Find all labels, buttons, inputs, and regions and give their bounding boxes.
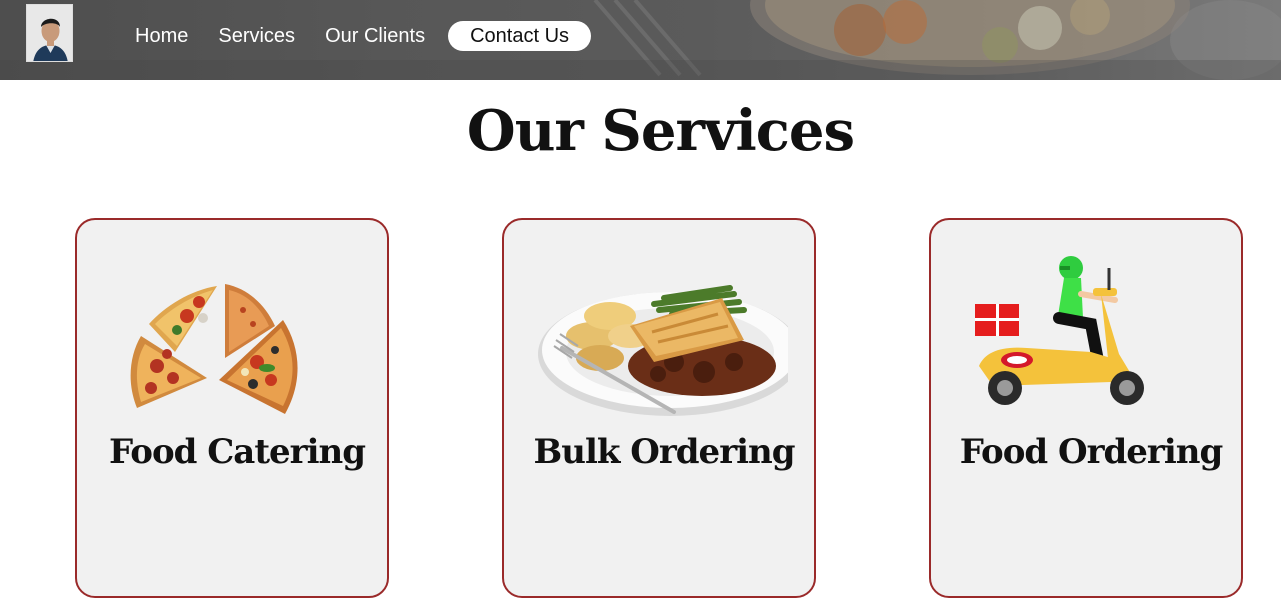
pie-plate-image xyxy=(538,285,788,416)
nav-link-contact-us[interactable]: Contact Us xyxy=(448,21,592,51)
service-card-food-ordering[interactable]: Food Ordering xyxy=(929,218,1243,598)
nav-links: Home Services Our Clients Contact Us xyxy=(120,20,592,52)
pizza-slices-image xyxy=(130,284,298,414)
nav-link-home[interactable]: Home xyxy=(120,20,203,52)
nav-link-services[interactable]: Services xyxy=(203,20,310,52)
service-title-bulk-ordering: Bulk Ordering xyxy=(533,432,795,472)
nav-link-our-clients[interactable]: Our Clients xyxy=(310,20,440,52)
page-title: Our Services xyxy=(466,98,855,164)
service-title-food-ordering: Food Ordering xyxy=(959,432,1224,472)
profile-avatar-logo[interactable] xyxy=(26,4,73,62)
service-card-bulk-ordering[interactable]: Bulk Ordering xyxy=(502,218,816,598)
delivery-scooter-image xyxy=(975,256,1144,405)
service-card-food-catering[interactable]: Food Catering xyxy=(75,218,389,598)
service-title-food-catering: Food Catering xyxy=(109,432,366,472)
top-navbar: Home Services Our Clients Contact Us xyxy=(0,0,1281,80)
person-photo-icon xyxy=(27,5,72,61)
